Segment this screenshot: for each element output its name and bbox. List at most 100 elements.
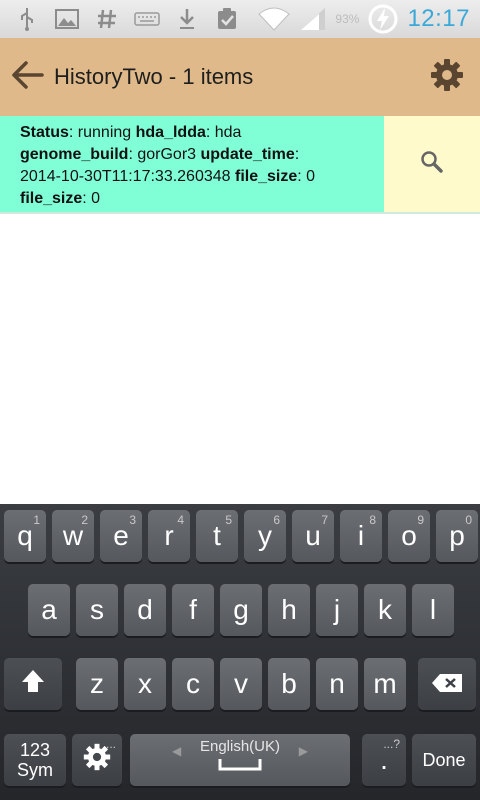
key-h-label: h xyxy=(281,594,297,625)
action-bar: HistoryTwo - 1 items xyxy=(0,38,480,116)
status-value: running xyxy=(77,124,132,141)
caret-left-icon: ◀ xyxy=(172,744,182,758)
key-n[interactable]: n xyxy=(316,658,358,710)
file-size-value-2: 0 xyxy=(91,190,101,207)
clipboard-icon xyxy=(214,6,240,32)
key-g-label: g xyxy=(233,594,249,625)
usb-icon xyxy=(14,6,40,32)
back-arrow-icon xyxy=(10,60,44,94)
signal-icon xyxy=(299,6,327,32)
key-f[interactable]: f xyxy=(172,584,214,636)
key-r-label: r xyxy=(164,520,174,551)
symbols-key[interactable]: 123 Sym xyxy=(4,734,66,786)
key-v-label: v xyxy=(234,668,248,699)
image-icon xyxy=(54,6,80,32)
wifi-icon xyxy=(257,6,291,32)
download-icon xyxy=(174,6,200,32)
key-b-label: b xyxy=(281,668,297,699)
back-button[interactable] xyxy=(4,38,50,116)
file-size-value: 0 xyxy=(306,168,316,185)
key-g[interactable]: g xyxy=(220,584,262,636)
status-label: Status xyxy=(20,124,69,141)
hda-ldda-label: hda_ldda xyxy=(135,124,206,141)
period-key-hint: ...? xyxy=(383,737,400,751)
key-s[interactable]: s xyxy=(76,584,118,636)
key-p-label: p xyxy=(449,520,465,551)
key-t[interactable]: t5 xyxy=(196,510,238,562)
key-c-label: c xyxy=(186,668,200,699)
key-w-hint: 2 xyxy=(81,513,88,527)
backspace-icon xyxy=(431,668,463,700)
file-size-label-2: file_size xyxy=(20,190,83,207)
key-q[interactable]: q1 xyxy=(4,510,46,562)
key-a-label: a xyxy=(41,594,57,625)
key-d[interactable]: d xyxy=(124,584,166,636)
update-time-value: 2014-10-30T11:17:33.260348 xyxy=(20,168,231,185)
shift-key[interactable] xyxy=(4,658,62,710)
key-l-label: l xyxy=(429,594,437,625)
dataset-search-button[interactable] xyxy=(384,116,480,212)
key-u[interactable]: u7 xyxy=(292,510,334,562)
space-key[interactable]: English(UK) ◀ ▶ xyxy=(130,734,350,786)
update-time-label: update_time xyxy=(200,146,295,163)
key-s-label: s xyxy=(90,594,104,625)
key-r[interactable]: r4 xyxy=(148,510,190,562)
key-b[interactable]: b xyxy=(268,658,310,710)
key-v[interactable]: v xyxy=(220,658,262,710)
key-y-hint: 6 xyxy=(273,513,280,527)
key-e[interactable]: e3 xyxy=(100,510,142,562)
page-title: HistoryTwo - 1 items xyxy=(54,64,254,89)
shift-icon xyxy=(20,668,46,701)
key-q-label: q xyxy=(17,520,33,551)
key-f-label: f xyxy=(189,594,197,625)
key-i[interactable]: i8 xyxy=(340,510,382,562)
key-t-hint: 5 xyxy=(225,513,232,527)
key-u-hint: 7 xyxy=(321,513,328,527)
list-item[interactable]: Status: running hda_ldda: hda genome_bui… xyxy=(0,116,480,212)
key-w[interactable]: w2 xyxy=(52,510,94,562)
key-z-label: z xyxy=(90,668,104,699)
key-p[interactable]: p0 xyxy=(436,510,478,562)
key-z[interactable]: z xyxy=(76,658,118,710)
clock: 12:17 xyxy=(407,5,470,32)
key-q-hint: 1 xyxy=(33,513,40,527)
key-e-hint: 3 xyxy=(129,513,136,527)
key-i-hint: 8 xyxy=(369,513,376,527)
keyboard-settings-key[interactable]: ... xyxy=(72,734,122,786)
key-n-label: n xyxy=(329,668,345,699)
key-y[interactable]: y6 xyxy=(244,510,286,562)
key-m[interactable]: m xyxy=(364,658,406,710)
key-c[interactable]: c xyxy=(172,658,214,710)
key-a[interactable]: a xyxy=(28,584,70,636)
soft-keyboard: q 1 w 2 e 3 r 4 t 5 y 6 u 7 i 8 o 9 p 0 a s d f g h j k l z x c v b n m 123 S… xyxy=(0,504,480,800)
key-w-label: w xyxy=(62,520,84,551)
period-key[interactable]: ....? xyxy=(362,734,406,786)
done-key-label: Done xyxy=(422,749,466,770)
key-u-label: u xyxy=(305,520,321,551)
hash-icon xyxy=(94,6,120,32)
key-j-label: j xyxy=(333,594,341,625)
keyboard-icon xyxy=(134,6,160,32)
genome-build-label: genome_build xyxy=(20,146,129,163)
key-d-label: d xyxy=(137,594,153,625)
dataset-info[interactable]: Status: running hda_ldda: hda genome_bui… xyxy=(0,116,384,212)
gear-icon xyxy=(430,58,464,96)
key-o[interactable]: o9 xyxy=(388,510,430,562)
key-x[interactable]: x xyxy=(124,658,166,710)
row-divider xyxy=(0,212,480,214)
caret-right-icon: ▶ xyxy=(298,744,308,758)
done-key[interactable]: Done xyxy=(412,734,476,786)
key-h[interactable]: h xyxy=(268,584,310,636)
key-j[interactable]: j xyxy=(316,584,358,636)
key-k[interactable]: k xyxy=(364,584,406,636)
hda-ldda-value: hda xyxy=(214,124,242,141)
key-r-hint: 4 xyxy=(177,513,184,527)
key-l[interactable]: l xyxy=(412,584,454,636)
key-p-hint: 0 xyxy=(465,513,472,527)
battery-charging-icon xyxy=(367,4,399,34)
key-i-label: i xyxy=(357,520,365,551)
backspace-key[interactable] xyxy=(418,658,476,710)
settings-button[interactable] xyxy=(428,58,466,96)
key-y-label: y xyxy=(258,520,272,551)
keyboard-settings-key-hint: ... xyxy=(105,737,116,751)
